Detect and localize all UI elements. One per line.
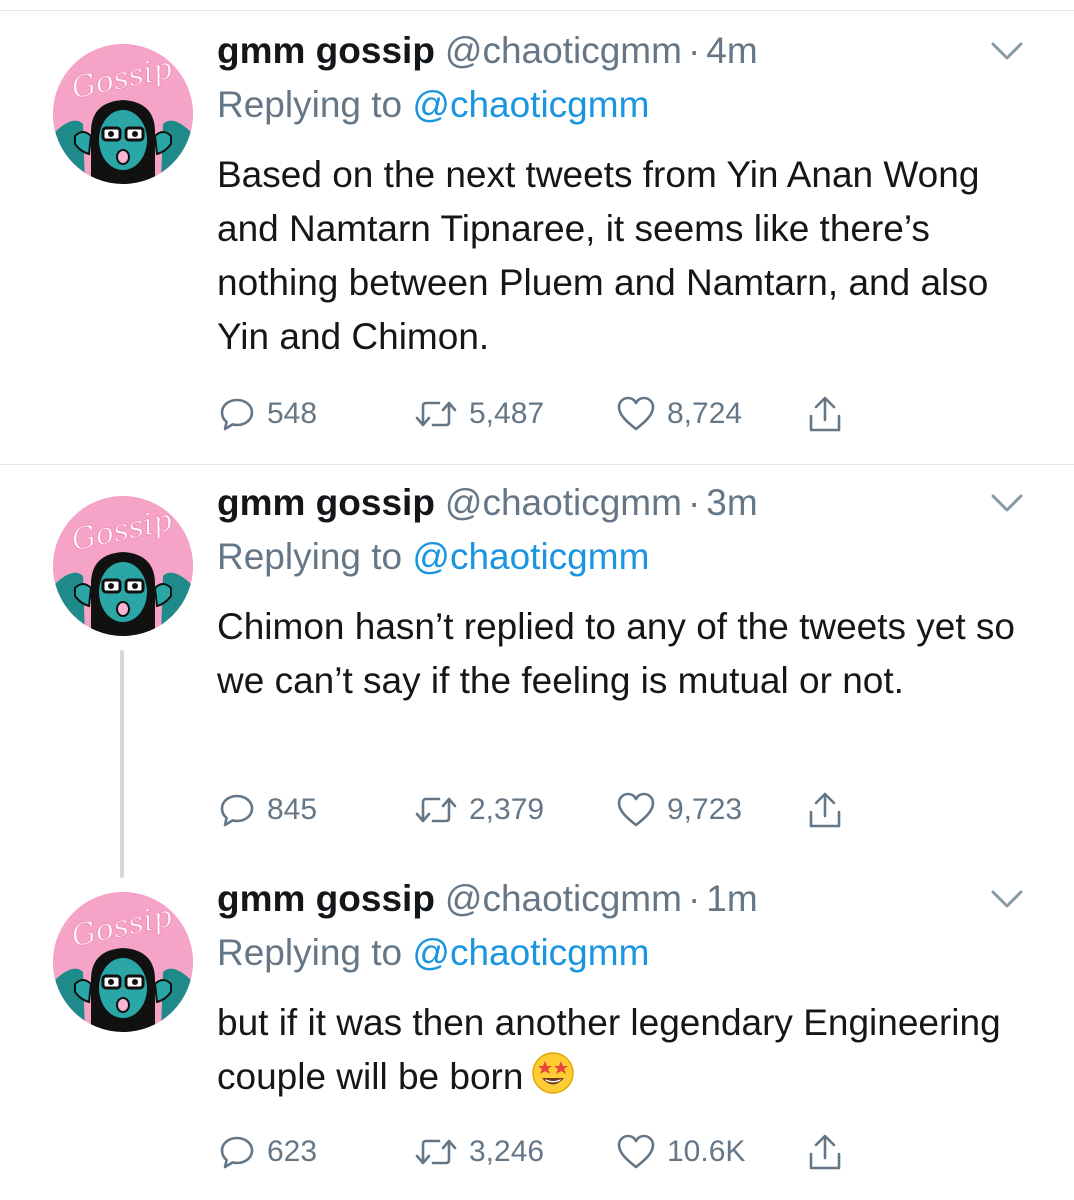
replying-to-label: Replying to <box>217 932 403 973</box>
share-icon <box>805 790 845 832</box>
share-icon <box>805 394 845 436</box>
top-divider <box>0 10 1074 11</box>
replying-to-label: Replying to <box>217 84 403 125</box>
replying-to: Replying to @chaoticgmm <box>217 932 1034 988</box>
reply-count: 845 <box>267 793 318 826</box>
reply-icon <box>217 790 257 830</box>
replying-to-mention[interactable]: @chaoticgmm <box>412 932 649 973</box>
tweet-text: but if it was then another legendary Eng… <box>217 996 1034 1110</box>
share-icon <box>805 1132 845 1174</box>
avatar[interactable]: Gossip <box>53 44 193 184</box>
replying-to-mention[interactable]: @chaoticgmm <box>412 536 649 577</box>
author-handle[interactable]: @chaoticgmm <box>445 482 682 523</box>
author-name[interactable]: gmm gossip <box>217 482 435 523</box>
like-count: 10.6K <box>667 1135 746 1168</box>
share-button[interactable] <box>805 394 845 436</box>
tweet-divider <box>0 464 1074 465</box>
like-icon <box>615 394 657 434</box>
chevron-down-icon[interactable] <box>990 492 1024 514</box>
replying-to: Replying to @chaoticgmm <box>217 536 1034 592</box>
separator-dot: · <box>687 878 701 919</box>
like-icon <box>615 790 657 830</box>
share-button[interactable] <box>805 790 845 832</box>
tweet-text-body: but if it was then another legendary Eng… <box>217 1002 1001 1097</box>
reply-button[interactable]: 623 <box>217 1132 317 1172</box>
avatar[interactable]: Gossip <box>53 892 193 1032</box>
tweet-timestamp[interactable]: 3m <box>706 482 757 523</box>
reply-icon <box>217 394 257 434</box>
tweet-timestamp[interactable]: 4m <box>706 30 757 71</box>
tweet-text: Chimon hasn’t replied to any of the twee… <box>217 606 1015 701</box>
retweet-button[interactable]: 3,246 <box>413 1132 544 1172</box>
author-name[interactable]: gmm gossip <box>217 30 435 71</box>
chevron-down-icon[interactable] <box>990 888 1024 910</box>
like-button[interactable]: 9,723 <box>615 790 742 830</box>
reply-button[interactable]: 548 <box>217 394 317 434</box>
retweet-icon <box>413 1132 459 1172</box>
share-button[interactable] <box>805 1132 845 1174</box>
like-button[interactable]: 10.6K <box>615 1132 745 1172</box>
replying-to-mention[interactable]: @chaoticgmm <box>412 84 649 125</box>
reply-button[interactable]: 845 <box>217 790 317 830</box>
like-icon <box>615 1132 657 1172</box>
star-struck-emoji <box>531 1051 575 1110</box>
chevron-down-icon[interactable] <box>990 40 1024 62</box>
avatar[interactable]: Gossip <box>53 496 193 636</box>
retweet-button[interactable]: 2,379 <box>413 790 544 830</box>
separator-dot: · <box>687 30 701 71</box>
retweet-count: 3,246 <box>469 1135 545 1168</box>
replying-to: Replying to @chaoticgmm <box>217 84 1034 140</box>
retweet-count: 2,379 <box>469 793 545 826</box>
reply-icon <box>217 1132 257 1172</box>
retweet-button[interactable]: 5,487 <box>413 394 544 434</box>
retweet-icon <box>413 790 459 830</box>
author-handle[interactable]: @chaoticgmm <box>445 30 682 71</box>
like-count: 9,723 <box>667 793 743 826</box>
replying-to-label: Replying to <box>217 536 403 577</box>
thread-connector-line <box>120 650 124 878</box>
retweet-count: 5,487 <box>469 397 545 430</box>
author-name[interactable]: gmm gossip <box>217 878 435 919</box>
tweet-text: Based on the next tweets from Yin Anan W… <box>217 154 989 357</box>
separator-dot: · <box>687 482 701 523</box>
tweet-timestamp[interactable]: 1m <box>706 878 757 919</box>
reply-count: 623 <box>267 1135 318 1168</box>
author-handle[interactable]: @chaoticgmm <box>445 878 682 919</box>
like-count: 8,724 <box>667 397 743 430</box>
retweet-icon <box>413 394 459 434</box>
reply-count: 548 <box>267 397 318 430</box>
like-button[interactable]: 8,724 <box>615 394 742 434</box>
